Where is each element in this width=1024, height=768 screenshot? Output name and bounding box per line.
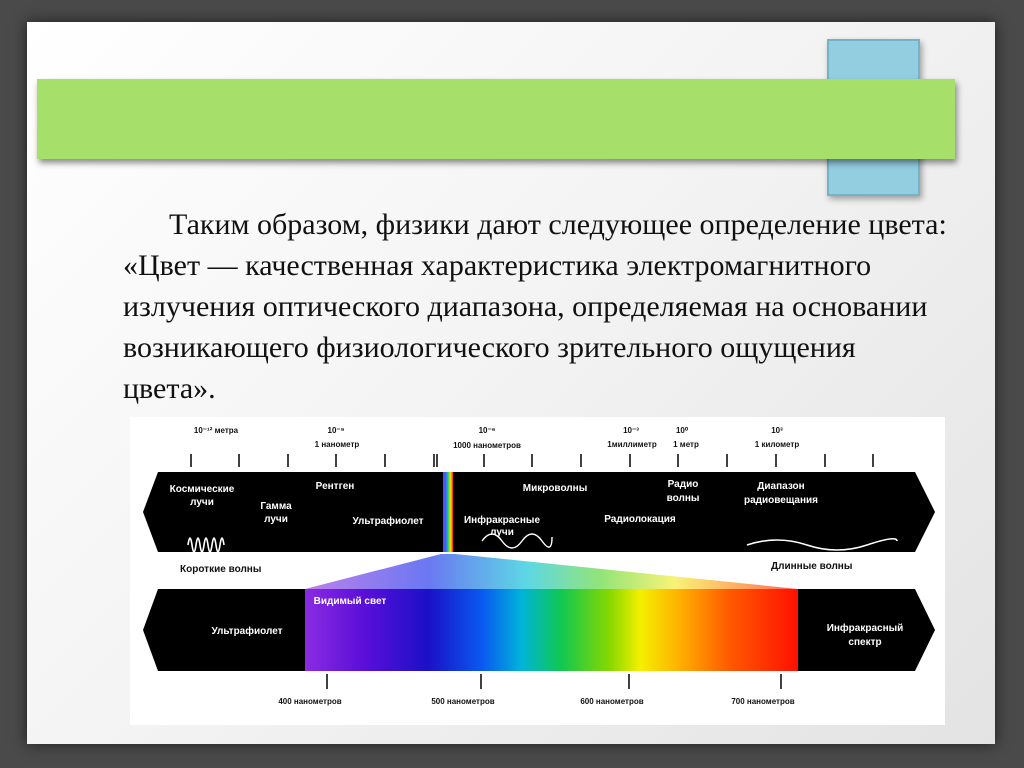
electromagnetic-spectrum-diagram: 10⁻¹² метра 10⁻⁹ 1 нанометр 10⁻⁶ 1000 на… [130, 417, 945, 725]
visible-slit [443, 472, 453, 552]
radio-waves-label: волны [667, 493, 700, 504]
short-waves-label: Короткие волны [180, 564, 261, 575]
visible-light-label: Видимый свет [314, 596, 387, 607]
broadcast-label: радиовещания [744, 495, 818, 506]
scale-label: 10³ [771, 426, 783, 435]
scale-label: 1 метр [673, 440, 699, 449]
definition-paragraph: Таким образом, физики дают следующее опр… [123, 208, 947, 405]
nm-700-label: 700 нанометров [731, 697, 794, 706]
scale-label: 10⁻⁹ [328, 426, 345, 435]
nm-600-label: 600 нанометров [580, 697, 643, 706]
infrared-spectrum-label: спектр [848, 637, 881, 648]
cosmic-rays-label: лучи [190, 497, 214, 508]
uv-label: Ультрафиолет [352, 515, 423, 527]
broadcast-label: Диапазон [757, 481, 804, 492]
long-waves-label: Длинные волны [771, 561, 852, 572]
scale-label: 10⁻⁶ [479, 426, 496, 435]
scale-label: 10⁰ [676, 426, 689, 435]
scale-label: 1 нанометр [315, 440, 360, 449]
visible-uv-label: Ультрафиолет [211, 625, 282, 637]
scale-label: 1000 нанометров [453, 441, 521, 450]
infrared-rays-label: лучи [490, 527, 514, 538]
gamma-rays-label: Гамма [260, 501, 292, 512]
gamma-rays-label: лучи [264, 514, 288, 525]
radio-waves-label: Радио [668, 479, 699, 490]
xray-label: Рентген [316, 481, 355, 492]
infrared-spectrum-label: Инфракрасный [827, 622, 904, 634]
nm-400-label: 400 нанометров [278, 697, 341, 706]
slide: Таким образом, физики дают следующее опр… [27, 22, 995, 744]
scale-label: 10⁻¹² метра [194, 426, 239, 435]
scale-label: 1 километр [755, 440, 800, 449]
scale-label: 1миллиметр [607, 440, 657, 449]
radar-label: Радиолокация [604, 514, 676, 525]
cosmic-rays-label: Космические [170, 484, 235, 495]
infrared-rays-label: Инфракрасные [464, 514, 540, 526]
title-band [37, 79, 955, 159]
microwaves-label: Микроволны [523, 483, 588, 494]
nm-500-label: 500 нанометров [431, 697, 494, 706]
scale-label: 10⁻³ [623, 426, 639, 435]
